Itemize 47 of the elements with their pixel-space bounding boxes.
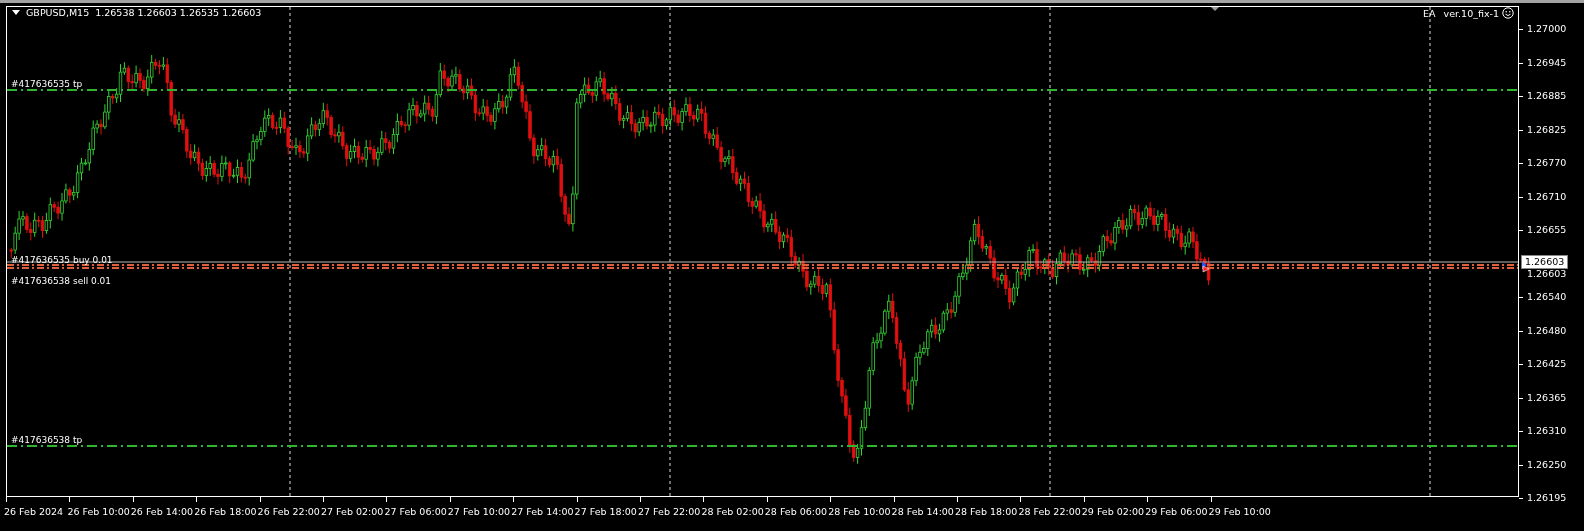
time-label: 28 Feb 18:00 — [955, 506, 1018, 517]
time-label: 26 Feb 14:00 — [130, 506, 194, 517]
time-label: 28 Feb 02:00 — [701, 506, 764, 517]
price-label: 1.26655 — [1527, 223, 1567, 236]
time-label: 26 Feb 22:00 — [257, 506, 320, 517]
time-label: 29 Feb 06:00 — [1145, 506, 1208, 517]
price-label: 1.26365 — [1527, 390, 1567, 404]
quote-values: 1.26538 1.26603 1.26535 1.26603 — [95, 7, 262, 18]
price-label: 1.26425 — [1527, 357, 1567, 370]
price-label: 1.26825 — [1527, 122, 1567, 136]
time-label: 26 Feb 18:00 — [194, 506, 257, 517]
time-label: 26 Feb 10:00 — [67, 506, 130, 517]
price-label: 1.26945 — [1527, 55, 1567, 69]
time-label: 27 Feb 10:00 — [447, 506, 511, 517]
time-label: 27 Feb 14:00 — [511, 506, 574, 517]
price-label: 1.26480 — [1527, 323, 1567, 337]
price-label: 1.26603 — [1527, 268, 1567, 279]
time-label: 27 Feb 02:00 — [321, 506, 384, 517]
price-label: 1.26195 — [1527, 491, 1567, 504]
price-label: 1.26250 — [1527, 457, 1567, 471]
price-label: 1.26310 — [1527, 424, 1567, 437]
price-label: 1.26770 — [1527, 156, 1567, 169]
price-label: 1.26885 — [1527, 89, 1567, 102]
time-label: 26 Feb 2024 — [4, 506, 64, 517]
order-label: #417636535 buy 0.01 — [11, 255, 113, 266]
time-label: 27 Feb 06:00 — [384, 506, 447, 517]
dropdown-icon[interactable] — [12, 10, 20, 15]
price-label: 1.26710 — [1527, 189, 1567, 203]
time-label: 28 Feb 10:00 — [828, 506, 891, 517]
order-label: #417636538 tp — [11, 435, 83, 446]
order-label: #417636538 sell 0.01 — [11, 276, 112, 287]
symbol-label: GBPUSD,M15 — [26, 7, 90, 18]
order-label: #417636535 tp — [11, 79, 83, 90]
time-label: 27 Feb 22:00 — [638, 506, 701, 517]
time-label: 27 Feb 18:00 — [574, 506, 637, 517]
price-label: 1.27000 — [1527, 22, 1567, 35]
time-label: 28 Feb 14:00 — [891, 506, 954, 517]
time-label: 28 Feb 22:00 — [1018, 506, 1081, 517]
trade-arrow-icon — [1202, 262, 1210, 273]
ea-version: ver.10_fix-1 — [1443, 7, 1499, 19]
time-label: 29 Feb 02:00 — [1081, 506, 1145, 517]
shift-marker-icon — [1211, 7, 1219, 11]
ea-label: EA — [1423, 7, 1436, 19]
price-label: 1.26540 — [1527, 290, 1567, 303]
time-label: 29 Feb 10:00 — [1208, 506, 1271, 517]
time-label: 28 Feb 06:00 — [764, 506, 828, 517]
current-price-tag: 1.26603 — [1521, 255, 1569, 269]
